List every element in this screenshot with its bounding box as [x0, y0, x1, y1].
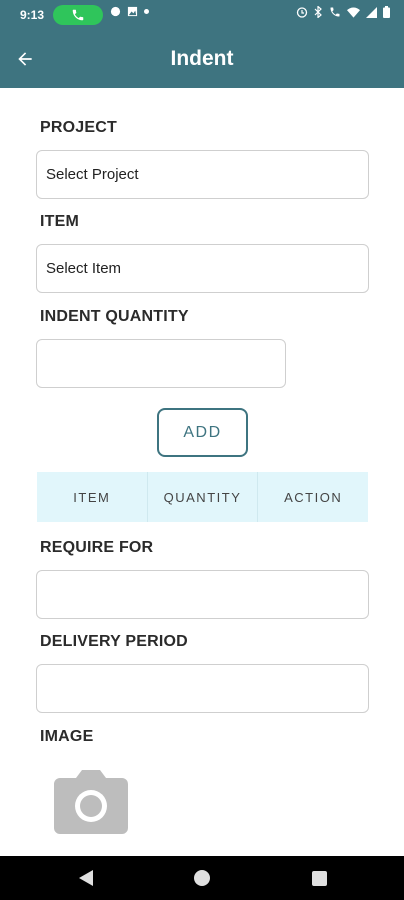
page-title: Indent [170, 47, 234, 70]
dot-icon [144, 9, 149, 14]
camera-icon [54, 770, 128, 834]
battery-icon [383, 6, 390, 18]
table-header-action: ACTION [284, 489, 343, 505]
wifi-icon [347, 7, 360, 18]
app-bar: Indent [0, 30, 404, 88]
nav-recents-button[interactable] [309, 868, 329, 888]
nav-home-button[interactable] [192, 868, 212, 888]
nav-back-button[interactable] [76, 868, 96, 888]
project-label: PROJECT [40, 119, 117, 136]
ongoing-call-pill[interactable] [53, 5, 103, 25]
require-for-label: REQUIRE FOR [40, 539, 154, 556]
require-for-input[interactable] [36, 570, 369, 619]
home-circle-icon [194, 870, 210, 886]
delivery-period-input[interactable] [36, 664, 369, 713]
status-bar: 9:13 [0, 0, 404, 30]
indent-quantity-label: INDENT QUANTITY [40, 308, 189, 325]
status-notification-icons [110, 6, 149, 17]
image-icon [127, 6, 138, 17]
signal-icon [366, 6, 377, 18]
item-label: ITEM [40, 213, 80, 230]
delivery-period-label: DELIVERY PERIOD [40, 633, 188, 650]
project-select[interactable]: Select Project [36, 150, 369, 199]
back-triangle-icon [79, 870, 93, 886]
status-time: 9:13 [20, 8, 45, 22]
table-header-quantity: QUANTITY [148, 472, 259, 522]
notification-icon [110, 6, 121, 17]
phone-call-icon [72, 9, 84, 21]
recents-square-icon [311, 870, 327, 886]
wifi-calling-icon [330, 7, 340, 17]
system-nav-bar [0, 856, 404, 900]
add-button[interactable]: ADD [157, 408, 248, 457]
status-system-icons [296, 6, 390, 18]
indent-quantity-input[interactable] [36, 339, 286, 388]
image-label: IMAGE [40, 728, 94, 745]
items-table-header: ITEM QUANTITY ACTION [37, 472, 368, 522]
table-header-item: ITEM [37, 472, 148, 522]
bluetooth-icon [314, 6, 322, 18]
item-select[interactable]: Select Item [36, 244, 369, 293]
alarm-icon [296, 7, 308, 18]
camera-button[interactable] [54, 768, 128, 834]
